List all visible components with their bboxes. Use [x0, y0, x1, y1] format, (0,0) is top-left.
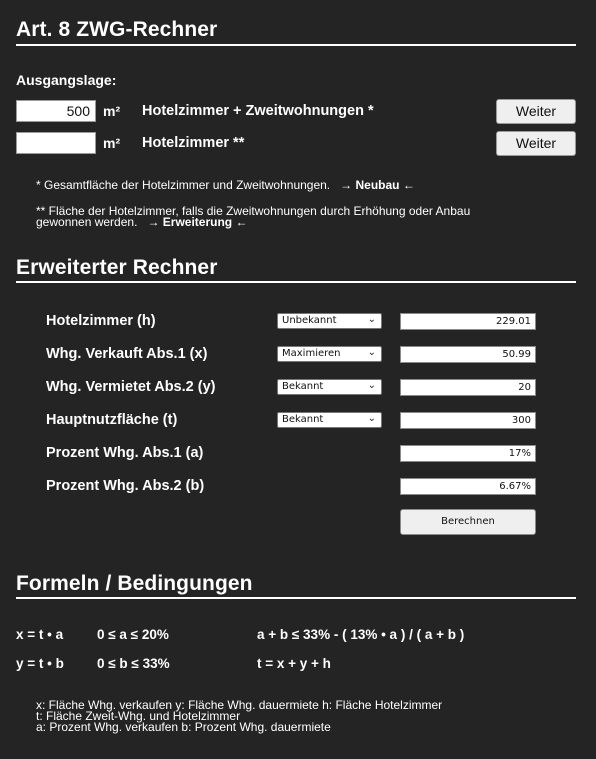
section-divider: [16, 597, 576, 599]
title-divider: [16, 44, 576, 46]
condition-b: 0 ≤ b ≤ 33%: [97, 656, 170, 671]
value-whg-vermietet[interactable]: 20: [400, 379, 536, 396]
chevron-down-icon: ⌄: [367, 314, 376, 325]
select-hauptnutzflaeche[interactable]: Bekannt ⌄: [277, 412, 382, 428]
formula-t: t = x + y + h: [257, 656, 331, 671]
row-label-hotelzimmer: Hotelzimmer (h): [46, 313, 156, 329]
note-neubau: * Gesamtfläche der Hotelzimmer und Zweit…: [36, 178, 415, 192]
note-text: * Gesamtfläche der Hotelzimmer und Zweit…: [36, 178, 331, 192]
condition-a-plus-b: a + b ≤ 33% - ( 13% • a ) / ( a + b ): [257, 627, 465, 642]
page-title: Art. 8 ZWG-Rechner: [16, 18, 218, 41]
select-value: Bekannt: [282, 381, 324, 392]
section-title-rechner: Erweiterter Rechner: [16, 256, 218, 279]
chevron-down-icon: ⌄: [367, 380, 376, 391]
ausgangslage-label: Ausgangslage:: [16, 72, 117, 88]
value-prozent-a[interactable]: 17%: [400, 445, 536, 462]
chevron-down-icon: ⌄: [367, 413, 376, 424]
formula-x: x = t • a: [16, 627, 64, 642]
formula-y: y = t • b: [16, 656, 64, 671]
note-text: gewonnen werden.: [36, 215, 138, 229]
select-whg-verkauft[interactable]: Maximieren ⌄: [277, 346, 382, 362]
arrow-left-icon: ←: [402, 178, 415, 192]
arrow-right-icon: →: [340, 178, 353, 192]
value-whg-verkauft[interactable]: 50.99: [400, 346, 536, 363]
value-hauptnutzflaeche[interactable]: 300: [400, 412, 536, 429]
row-label-whg-vermietet: Whg. Vermietet Abs.2 (y): [46, 379, 216, 395]
row-label-prozent-b: Prozent Whg. Abs.2 (b): [46, 478, 205, 494]
section-title-formeln: Formeln / Bedingungen: [16, 572, 253, 595]
variable-legend: x: Fläche Whg. verkaufen y: Fläche Whg. …: [36, 699, 442, 734]
hotel-area-input[interactable]: [16, 132, 96, 154]
unit-label: m²: [103, 135, 121, 151]
row-label-whg-verkauft: Whg. Verkauft Abs.1 (x): [46, 346, 208, 362]
row-label-prozent-a: Prozent Whg. Abs.1 (a): [46, 445, 204, 461]
section-divider: [16, 281, 576, 283]
total-area-label: Hotelzimmer + Zweitwohnungen *: [142, 103, 374, 119]
note-erweiterung: ** Fläche der Hotelzimmer, falls die Zwe…: [36, 205, 470, 229]
row-label-hauptnutzflaeche: Hauptnutzfläche (t): [46, 412, 178, 428]
arrow-right-icon: →: [147, 215, 160, 229]
chevron-down-icon: ⌄: [367, 347, 376, 358]
select-hotelzimmer[interactable]: Unbekannt ⌄: [277, 313, 382, 329]
unit-label: m²: [103, 103, 121, 119]
berechnen-button[interactable]: Berechnen: [400, 509, 536, 535]
select-value: Unbekannt: [282, 315, 337, 326]
select-value: Maximieren: [282, 348, 341, 359]
value-prozent-b[interactable]: 6.67%: [400, 478, 536, 495]
value-hotelzimmer[interactable]: 229.01: [400, 313, 536, 330]
total-area-input[interactable]: 500: [16, 100, 96, 122]
legend-line: a: Prozent Whg. verkaufen b: Prozent Whg…: [36, 720, 331, 734]
erweiterung-link[interactable]: Erweiterung: [163, 215, 232, 229]
neubau-link[interactable]: Neubau: [356, 178, 400, 192]
hotel-area-label: Hotelzimmer **: [142, 135, 245, 151]
weiter-button-erweiterung[interactable]: Weiter: [496, 131, 576, 156]
select-value: Bekannt: [282, 414, 324, 425]
condition-a: 0 ≤ a ≤ 20%: [97, 627, 169, 642]
arrow-left-icon: ←: [235, 215, 248, 229]
select-whg-vermietet[interactable]: Bekannt ⌄: [277, 379, 382, 395]
weiter-button-neubau[interactable]: Weiter: [496, 99, 576, 124]
